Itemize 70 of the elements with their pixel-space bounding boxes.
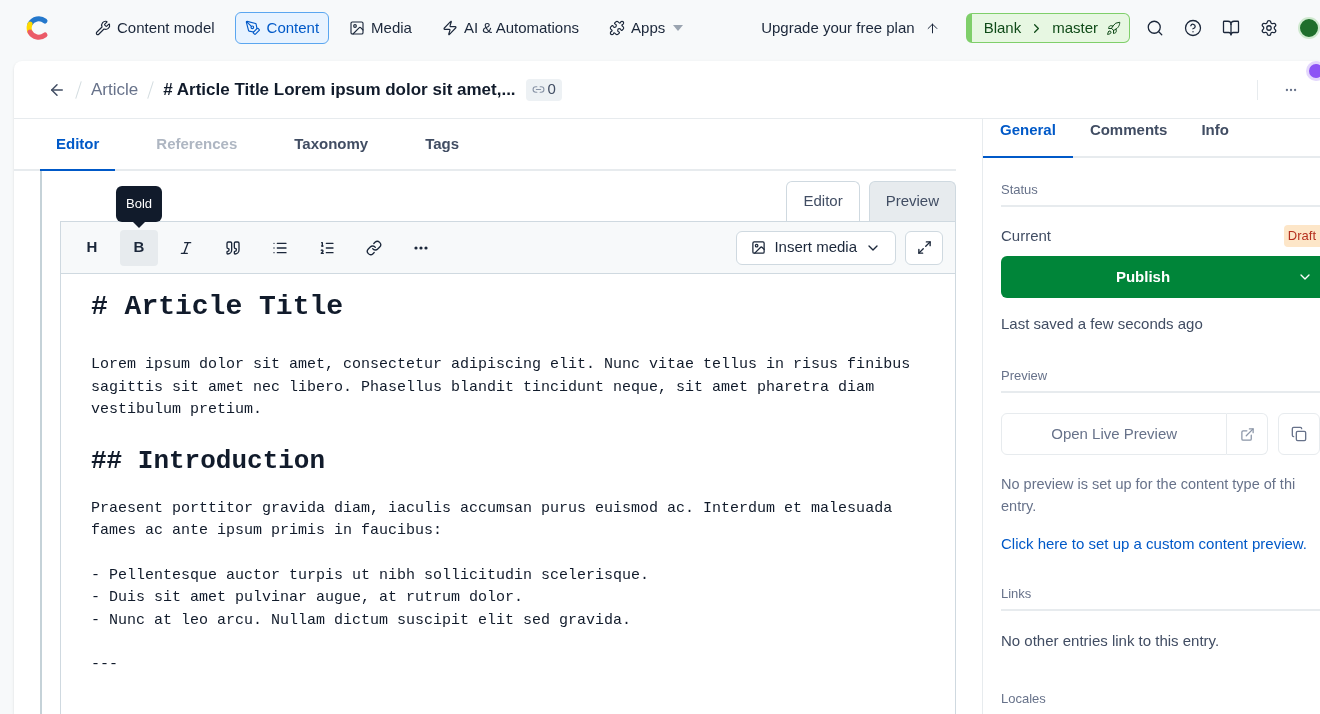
pen-icon — [244, 20, 261, 36]
book-icon[interactable] — [1222, 19, 1240, 37]
markdown-line: - Nunc at leo arcu. Nullam dictum suscipit elit sed gravida. — [91, 610, 632, 631]
preview-note: No preview is set up for the content type of thi entry. — [1001, 475, 1297, 516]
links-note: No other entries link to this entry. — [1001, 631, 1221, 651]
markdown-line: - Duis sit amet pulvinar augue, at rutrum dolor. — [91, 588, 524, 608]
markdown-line: Praesent porttitor gravida diam, iaculis accumsan purus euismod ac. Interdum et malesuada — [91, 498, 893, 519]
arrow-up-icon — [924, 20, 940, 36]
rocket-icon — [1106, 20, 1121, 36]
publish-button[interactable]: Publish — [1001, 256, 1320, 298]
upgrade-link[interactable]: Upgrade your free plan — [761, 16, 940, 40]
environment-badge[interactable]: Blank master — [965, 13, 1130, 43]
custom-preview-link[interactable]: Click here to set up a custom content preview. — [1001, 533, 1320, 556]
lightning-icon — [441, 20, 458, 36]
sidebar-tab[interactable]: General — [983, 119, 1073, 158]
section-heading: Preview — [1001, 365, 1320, 393]
nav-item[interactable]: Media — [339, 12, 422, 44]
markdown-line: Lorem ipsum dolor sit amet, consectetur adipiscing elit. Nunc vitae tellus in risus finibus — [91, 355, 911, 375]
link-count-badge[interactable]: 0 — [525, 78, 562, 101]
content-tab[interactable]: Editor — [40, 132, 116, 171]
copy-button[interactable] — [1278, 413, 1320, 455]
toolbar-button[interactable]: B — [120, 229, 158, 266]
quote-icon — [225, 239, 241, 256]
fullscreen-button[interactable] — [905, 230, 943, 265]
section-heading: Links — [1001, 583, 1320, 611]
numbered-list-icon — [319, 239, 335, 256]
link-icon — [531, 83, 545, 96]
markdown-heading: ## Introduction — [91, 444, 326, 478]
section-heading: Locales — [1001, 688, 1320, 714]
markdown-line: fames ac ante ipsum primis in faucibus: — [91, 521, 443, 541]
markdown-heading: # Article Title — [91, 290, 344, 324]
avatar[interactable] — [1298, 17, 1320, 39]
section-heading: Status — [1001, 179, 1320, 207]
puzzle-icon — [609, 20, 626, 36]
nav-item[interactable]: Content — [234, 12, 330, 44]
content-tab[interactable]: Tags — [409, 132, 476, 171]
toolbar-button[interactable]: H — [73, 229, 111, 266]
markdown-line: vestibulum pretium. — [91, 400, 263, 420]
help-icon[interactable] — [1184, 19, 1202, 37]
markdown-line: - Pellentesque auctor turpis ut nibh sollicitudin scelerisque. — [91, 565, 650, 586]
insert-media-button[interactable]: Insert media — [736, 230, 896, 265]
search-icon[interactable] — [1146, 19, 1164, 37]
italic-icon — [178, 239, 194, 256]
status-label: Current — [1001, 225, 1052, 246]
image-icon — [349, 20, 366, 36]
entry-title: # Article Title Lorem ipsum dolor sit amet,... — [163, 78, 516, 101]
nav-item[interactable]: AI & Automations — [431, 12, 590, 44]
more-icon — [414, 245, 428, 250]
external-link-icon — [1239, 426, 1255, 442]
open-live-preview-button[interactable]: Open Live Preview — [1001, 413, 1228, 455]
tooltip: Bold — [116, 186, 162, 228]
saved-text: Last saved a few seconds ago — [1001, 314, 1204, 334]
copy-icon — [1291, 426, 1307, 442]
nav-item[interactable]: Content model — [85, 12, 225, 44]
status-badge: Draft — [1283, 225, 1320, 247]
mode-tab[interactable]: Preview — [868, 181, 956, 221]
markdown-line: sagittis sit amet nec libero. Phasellus blandit tincidunt neque, sit amet pharetra diam — [91, 377, 875, 398]
wrench-icon — [95, 20, 111, 36]
link-icon — [366, 239, 382, 256]
content-tab[interactable]: Taxonomy — [278, 132, 385, 171]
breadcrumb-link[interactable]: Article — [91, 76, 139, 103]
markdown-line: --- — [91, 655, 118, 675]
expand-icon — [916, 240, 932, 255]
settings-icon[interactable] — [1260, 19, 1278, 37]
mode-tab[interactable]: Editor — [786, 181, 860, 221]
sidebar-tab[interactable]: Comments — [1072, 119, 1185, 158]
status-indicator — [1306, 61, 1320, 81]
image-icon — [751, 240, 767, 255]
nav-item[interactable]: Apps — [599, 12, 694, 44]
sidebar-tab[interactable]: Info — [1184, 119, 1246, 158]
